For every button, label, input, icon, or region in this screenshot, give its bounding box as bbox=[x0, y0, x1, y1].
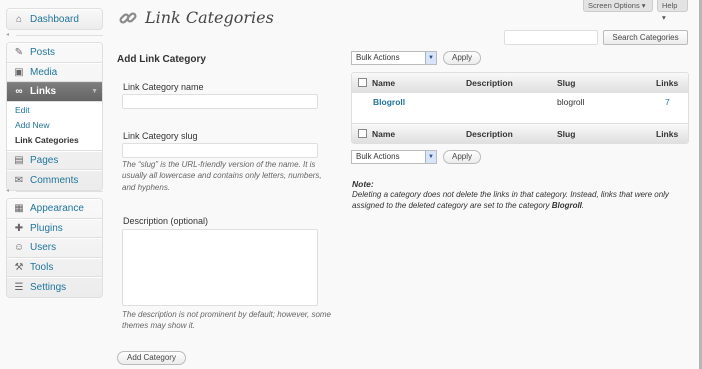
help-tab[interactable]: Help ▾ bbox=[657, 0, 688, 22]
menu-separator[interactable]: ◂ bbox=[6, 187, 103, 195]
note-body: Deleting a category does not delete the … bbox=[352, 190, 669, 210]
categories-table: Name Description Slug Links Blogroll blo… bbox=[351, 72, 689, 144]
menu-item-dashboard[interactable]: ⌂ Dashboard bbox=[7, 9, 102, 29]
settings-icon: ☰ bbox=[14, 281, 24, 293]
menu-item-plugins[interactable]: ✚ Plugins bbox=[7, 218, 102, 238]
page-title: Link Categories bbox=[145, 8, 274, 27]
table-row: Blogroll blogroll 7 bbox=[352, 93, 688, 123]
bulk-actions-select-bottom[interactable]: Bulk Actions ▼ bbox=[351, 150, 437, 164]
apply-button-top[interactable]: Apply bbox=[443, 51, 481, 65]
chevron-down-icon: ▼ bbox=[425, 151, 436, 163]
menu-group-settings: ▦ Appearance ✚ Plugins ☺ Users ⚒ Tools ☰… bbox=[6, 198, 103, 298]
comment-icon: ✉ bbox=[14, 174, 24, 186]
media-icon: ▣ bbox=[14, 66, 24, 78]
column-header-slug[interactable]: Slug bbox=[557, 78, 575, 88]
chevron-down-icon: ▾ bbox=[662, 13, 666, 22]
screen-options-tab[interactable]: Screen Options ▾ bbox=[583, 0, 653, 12]
submenu-item-edit[interactable]: Edit bbox=[7, 103, 102, 118]
menu-group-content: ✎ Posts ▣ Media ∞ Links ▼ Edit Add New L… bbox=[6, 42, 103, 191]
select-all-checkbox[interactable] bbox=[358, 129, 367, 138]
category-slug-label: Link Category slug bbox=[123, 131, 198, 141]
note-category: Blogroll bbox=[551, 200, 582, 210]
column-header-description[interactable]: Description bbox=[466, 78, 513, 88]
add-category-button[interactable]: Add Category bbox=[117, 351, 186, 365]
menu-item-label: Links bbox=[30, 86, 57, 98]
column-footer-name[interactable]: Name bbox=[372, 129, 395, 139]
help-label: Help bbox=[662, 1, 678, 10]
apply-button-bottom[interactable]: Apply bbox=[443, 150, 481, 164]
dashboard-icon: ⌂ bbox=[15, 13, 23, 25]
bulk-actions-select-top[interactable]: Bulk Actions ▼ bbox=[351, 51, 437, 65]
links-submenu: Edit Add New Link Categories bbox=[7, 101, 102, 151]
category-slug: blogroll bbox=[557, 97, 585, 107]
menu-item-posts[interactable]: ✎ Posts bbox=[7, 43, 102, 63]
pushpin-icon: ✎ bbox=[14, 47, 24, 59]
link-icon bbox=[119, 12, 137, 24]
plugin-icon: ✚ bbox=[14, 222, 24, 234]
submenu-item-add-new[interactable]: Add New bbox=[7, 118, 102, 133]
menu-item-label: Settings bbox=[30, 281, 67, 293]
menu-item-label: Tools bbox=[30, 261, 54, 273]
search-categories-button[interactable]: Search Categories bbox=[603, 30, 688, 45]
category-name-input[interactable] bbox=[122, 94, 318, 109]
menu-item-users[interactable]: ☺ Users bbox=[7, 238, 102, 258]
column-footer-description[interactable]: Description bbox=[466, 129, 513, 139]
menu-item-links[interactable]: ∞ Links ▼ bbox=[7, 82, 102, 102]
menu-item-settings[interactable]: ☰ Settings bbox=[7, 277, 102, 297]
column-header-name[interactable]: Name bbox=[372, 78, 395, 88]
menu-item-label: Plugins bbox=[30, 222, 63, 234]
description-label: Description (optional) bbox=[123, 216, 209, 226]
note-title: Note: bbox=[352, 179, 374, 189]
description-textarea[interactable] bbox=[122, 229, 318, 306]
search-input[interactable] bbox=[504, 30, 598, 45]
menu-separator[interactable]: ◂ bbox=[6, 31, 103, 39]
menu-item-label: Users bbox=[30, 242, 57, 254]
column-header-links[interactable]: Links bbox=[656, 78, 678, 88]
menu-item-pages[interactable]: ▤ Pages bbox=[7, 150, 102, 170]
chevron-down-icon[interactable]: ▼ bbox=[91, 88, 98, 95]
select-all-checkbox[interactable] bbox=[358, 78, 367, 87]
link-icon: ∞ bbox=[15, 86, 23, 98]
appearance-icon: ▦ bbox=[14, 203, 24, 215]
menu-item-label: Media bbox=[30, 66, 58, 78]
category-name-link[interactable]: Blogroll bbox=[373, 97, 405, 107]
category-name-label: Link Category name bbox=[123, 82, 204, 92]
menu-item-label: Dashboard bbox=[30, 13, 79, 25]
chevron-down-icon: ▾ bbox=[641, 1, 646, 10]
users-icon: ☺ bbox=[13, 242, 25, 254]
bulk-actions-value: Bulk Actions bbox=[356, 53, 400, 62]
category-links-count[interactable]: 7 bbox=[665, 97, 670, 107]
menu-item-tools[interactable]: ⚒ Tools bbox=[7, 257, 102, 277]
screen-options-label: Screen Options bbox=[588, 1, 640, 10]
column-footer-links[interactable]: Links bbox=[656, 129, 678, 139]
category-slug-input[interactable] bbox=[122, 143, 318, 158]
admin-sidebar: ⌂ Dashboard ◂ ✎ Posts ▣ Media ∞ Links ▼ … bbox=[0, 0, 110, 369]
description-help-text: The description is not prominent by defa… bbox=[122, 310, 331, 331]
menu-item-label: Appearance bbox=[30, 203, 84, 215]
chevron-down-icon: ▼ bbox=[425, 52, 436, 64]
table-header: Name Description Slug Links bbox=[352, 73, 688, 93]
tools-icon: ⚒ bbox=[14, 261, 24, 273]
page-icon: ▤ bbox=[14, 154, 24, 166]
menu-item-label: Posts bbox=[30, 47, 56, 59]
table-footer: Name Description Slug Links bbox=[352, 123, 688, 143]
slug-help-text: The “slug” is the URL-friendly version o… bbox=[122, 160, 322, 192]
column-footer-slug[interactable]: Slug bbox=[557, 129, 575, 139]
note-text: Deleting a category does not delete the … bbox=[352, 190, 692, 211]
menu-item-label: Pages bbox=[30, 154, 59, 166]
menu-group-dashboard: ⌂ Dashboard bbox=[6, 8, 103, 30]
submenu-item-link-categories[interactable]: Link Categories bbox=[7, 133, 102, 148]
form-heading: Add Link Category bbox=[117, 54, 206, 65]
menu-item-media[interactable]: ▣ Media bbox=[7, 62, 102, 82]
menu-item-label: Comments bbox=[30, 174, 79, 186]
bulk-actions-value: Bulk Actions bbox=[356, 152, 400, 161]
menu-item-appearance[interactable]: ▦ Appearance bbox=[7, 199, 102, 219]
note-end: . bbox=[581, 200, 585, 210]
